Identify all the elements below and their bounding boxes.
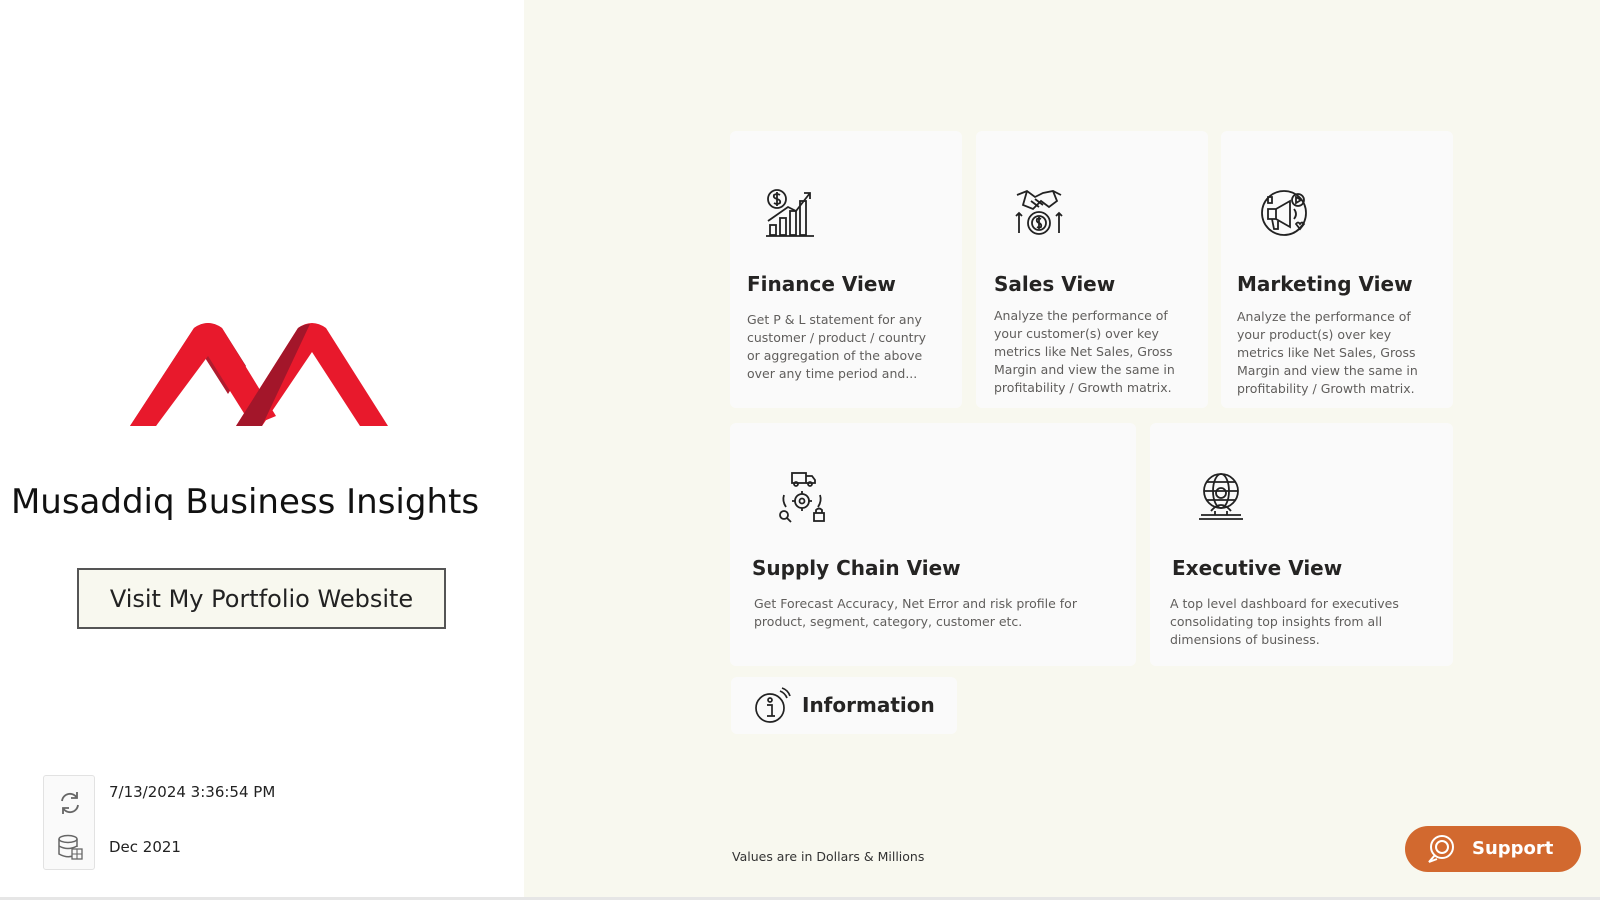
database-icon [58,834,83,860]
megaphone-icon [1261,190,1307,236]
last-refresh-timestamp: 7/13/2024 3:36:54 PM [109,783,276,801]
marketing-view-description: Analyze the performance of your product(… [1237,309,1418,396]
executive-view-description: A top level dashboard for executives con… [1170,596,1399,647]
sales-view-title: Sales View [994,272,1116,296]
info-icon [755,687,791,723]
supply-chain-icon [779,472,825,523]
global-executive-icon [1199,473,1243,520]
sales-view-card[interactable]: Sales View Analyze the performance of yo… [976,131,1208,408]
data-period-label: Dec 2021 [109,838,181,856]
handshake-dollar-icon [1015,189,1063,235]
brand-logo [130,323,388,426]
sales-view-description: Analyze the performance of your customer… [994,308,1175,395]
supply-chain-view-description: Get Forecast Accuracy, Net Error and ris… [754,596,1077,629]
refresh-info-box [43,775,95,870]
executive-view-card[interactable]: Executive View A top level dashboard for… [1150,423,1453,666]
support-button[interactable]: Support [1405,826,1581,872]
left-panel: Musaddiq Business Insights Visit My Port… [0,0,524,900]
information-label: Information [802,693,935,717]
finance-view-card[interactable]: Finance View Get P & L statement for any… [730,131,962,408]
finance-view-title: Finance View [747,272,896,296]
units-footnote: Values are in Dollars & Millions [732,849,925,864]
information-button[interactable]: Information [731,677,957,734]
supply-chain-view-title: Supply Chain View [752,556,961,580]
marketing-view-card[interactable]: Marketing View Analyze the performance o… [1221,131,1453,408]
portfolio-website-button[interactable]: Visit My Portfolio Website [77,568,446,629]
refresh-icon [61,792,79,814]
support-label: Support [1472,838,1554,859]
finance-view-description: Get P & L statement for any customer / p… [747,312,927,381]
executive-view-title: Executive View [1172,556,1343,580]
support-icon [1428,835,1454,863]
finance-chart-icon [766,189,814,237]
supply-chain-view-card[interactable]: Supply Chain View Get Forecast Accuracy,… [730,423,1136,666]
marketing-view-title: Marketing View [1237,272,1413,296]
brand-title: Musaddiq Business Insights [10,482,480,522]
